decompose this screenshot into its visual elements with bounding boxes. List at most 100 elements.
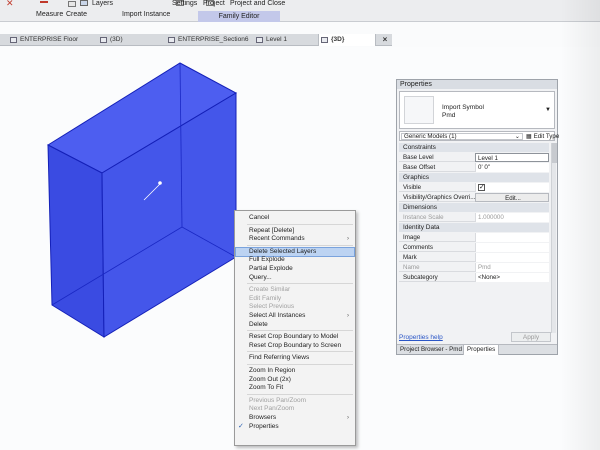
- 3d-view-icon: [100, 37, 107, 43]
- tab-3d[interactable]: (3D): [98, 34, 123, 46]
- layers-icon[interactable]: [80, 0, 88, 6]
- edit-type-button[interactable]: ▦ Edit Type: [526, 132, 559, 141]
- menu-item-previous-pan-zoom[interactable]: Previous Pan/Zoom: [249, 397, 353, 405]
- property-row-subcategory: Subcategory <None>: [399, 273, 549, 282]
- tab-enterprise-floor[interactable]: ENTERPRISE Floor: [8, 34, 78, 46]
- tab-properties[interactable]: Properties: [463, 345, 500, 355]
- menu-item-next-pan-zoom[interactable]: Next Pan/Zoom: [249, 405, 353, 413]
- apply-button[interactable]: Apply: [511, 332, 551, 342]
- property-value[interactable]: Level 1: [475, 153, 549, 162]
- type-name-line1: Import Symbol: [442, 104, 484, 111]
- property-row-base-level: Base Level Level 1: [399, 153, 549, 162]
- menu-item-label: Reset Crop Boundary to Screen: [249, 341, 342, 349]
- menu-item-partial-explode[interactable]: Partial Explode: [249, 265, 353, 273]
- measure-icon[interactable]: [40, 1, 48, 7]
- property-row-image: Image: [399, 233, 549, 242]
- property-name: Instance Scale: [403, 214, 444, 221]
- menu-item-label: Delete Selected Layers: [249, 247, 317, 255]
- context-menu: Cancel Repeat [Delete] Recent Commands › Del…: [234, 210, 356, 446]
- property-name: Image: [403, 234, 421, 241]
- menu-item-zoom-out-2x[interactable]: Zoom Out (2x): [249, 376, 353, 384]
- selection-filter-row: Generic Models (1) ⌄ ▦ Edit Type: [399, 131, 559, 141]
- property-value[interactable]: [475, 243, 549, 252]
- menu-item-recent-commands[interactable]: Recent Commands ›: [249, 235, 353, 243]
- property-name: Base Offset: [403, 164, 436, 171]
- property-name: Name: [403, 264, 420, 271]
- property-row-visible: Visible: [399, 183, 549, 192]
- type-selector[interactable]: Import Symbol Pmd ▼: [399, 91, 555, 129]
- menu-item-label: Repeat [Delete]: [249, 226, 295, 234]
- settings-label[interactable]: Settings: [172, 0, 197, 7]
- selection-filter-value: Generic Models (1): [404, 133, 457, 140]
- properties-title[interactable]: Properties: [397, 80, 557, 89]
- menu-item-repeat-delete[interactable]: Repeat [Delete]: [249, 227, 353, 235]
- property-name: Subcategory: [403, 274, 438, 281]
- section-header-dimensions[interactable]: Dimensions: [399, 203, 549, 212]
- tab-enterprise-section6[interactable]: ENTERPRISE_Section6: [166, 34, 248, 46]
- menu-item-label: Query...: [249, 273, 272, 281]
- menu-item-label: Delete: [249, 320, 268, 328]
- menu-item-label: Cancel: [249, 214, 270, 221]
- menu-item-query[interactable]: Query...: [249, 274, 353, 282]
- menu-item-cancel[interactable]: Cancel: [249, 214, 353, 222]
- menu-item-reset-crop-boundary-to-model[interactable]: Reset Crop Boundary to Model: [249, 333, 353, 341]
- close-tab-icon[interactable]: ×: [380, 34, 390, 46]
- menu-item-select-all-instances[interactable]: Select All Instances ›: [249, 312, 353, 320]
- section-header-graphics[interactable]: Graphics: [399, 173, 549, 182]
- menu-item-label: Select Previous: [249, 303, 295, 311]
- property-value[interactable]: [475, 233, 549, 242]
- menu-item-delete-selected-layers[interactable]: Delete Selected Layers: [235, 246, 355, 257]
- section-header-identity-data[interactable]: Identity Data: [399, 223, 549, 232]
- menu-item-label: Partial Explode: [249, 265, 293, 272]
- property-name: Mark: [403, 254, 417, 261]
- layers-label[interactable]: Layers: [92, 0, 113, 7]
- property-value[interactable]: [475, 183, 549, 192]
- family-editor-context-tab[interactable]: Family Editor: [198, 11, 280, 22]
- tab-project-browser[interactable]: Project Browser - Pmd: [397, 345, 465, 355]
- menu-item-reset-crop-boundary-to-screen[interactable]: Reset Crop Boundary to Screen: [249, 342, 353, 350]
- menu-item-browsers[interactable]: Browsers ›: [249, 414, 353, 422]
- menu-item-label: Next Pan/Zoom: [249, 405, 295, 413]
- edit-type-label: Edit Type: [533, 133, 560, 140]
- property-name: Comments: [403, 244, 433, 251]
- tab-level-1[interactable]: Level 1: [254, 34, 287, 46]
- menu-item-properties[interactable]: Properties ✓: [238, 423, 353, 431]
- floor-plan-icon: [256, 37, 263, 43]
- scrollbar-thumb[interactable]: [552, 143, 557, 163]
- menu-item-select-previous[interactable]: Select Previous: [249, 303, 353, 311]
- menu-item-edit-family[interactable]: Edit Family: [249, 295, 353, 303]
- tab-label: (3D): [110, 36, 123, 43]
- properties-help-link[interactable]: Properties help: [399, 334, 443, 341]
- menu-separator: [247, 283, 353, 285]
- view-tab-strip: ENTERPRISE Floor (3D) ENTERPRISE_Section…: [0, 34, 392, 46]
- menu-item-full-explode[interactable]: Full Explode: [249, 256, 353, 264]
- menu-item-create-similar[interactable]: Create Similar: [249, 286, 353, 294]
- properties-scrollbar[interactable]: [551, 143, 557, 333]
- menu-item-delete[interactable]: Delete: [249, 321, 353, 329]
- project-and-close-label[interactable]: Project and Close: [230, 0, 285, 7]
- menu-separator: [247, 351, 353, 353]
- menu-item-zoom-in-region[interactable]: Zoom In Region: [249, 367, 353, 375]
- measure-label[interactable]: Measure: [36, 11, 63, 18]
- tab-3d-active[interactable]: {3D}: [318, 34, 376, 46]
- property-value[interactable]: [475, 253, 549, 262]
- selection-filter-combo[interactable]: Generic Models (1) ⌄: [401, 133, 523, 140]
- dropdown-arrow-icon[interactable]: ▼: [545, 107, 551, 113]
- property-value[interactable]: <None>: [475, 273, 549, 282]
- visible-checkbox[interactable]: [478, 183, 485, 192]
- section-header-constraints[interactable]: Constraints: [399, 143, 549, 152]
- menu-item-label: Full Explode: [249, 256, 285, 264]
- create-icon[interactable]: [68, 1, 76, 7]
- property-value: Pmd: [475, 263, 549, 272]
- create-label[interactable]: Create: [66, 11, 87, 18]
- close-x-icon[interactable]: ✕: [6, 0, 14, 8]
- menu-item-find-referring-views[interactable]: Find Referring Views: [249, 354, 353, 362]
- menu-item-label: Zoom To Fit: [249, 384, 284, 392]
- chevron-down-icon: ⌄: [514, 133, 520, 140]
- property-value[interactable]: 0' 0": [475, 163, 549, 172]
- menu-item-label: Recent Commands: [249, 235, 305, 243]
- property-value[interactable]: Edit...: [475, 193, 549, 202]
- project-label[interactable]: Project: [203, 0, 225, 7]
- import-instance-group-label: Import Instance: [122, 11, 171, 18]
- menu-item-zoom-to-fit[interactable]: Zoom To Fit: [249, 384, 353, 392]
